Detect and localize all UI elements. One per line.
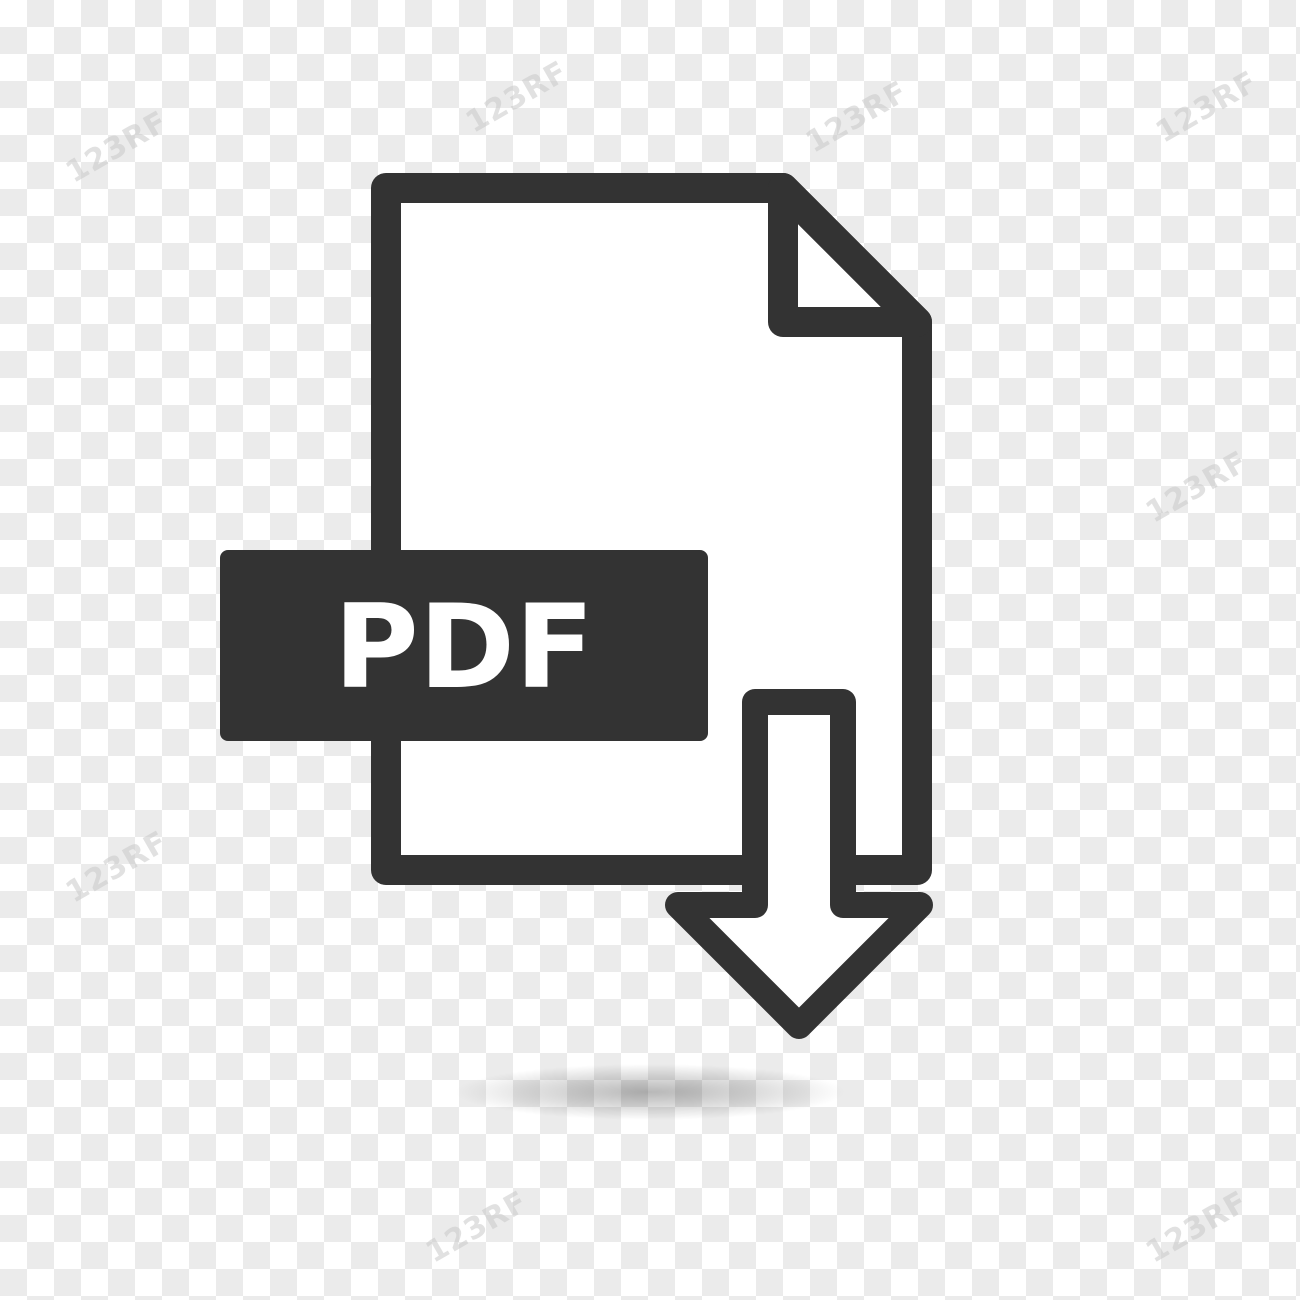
canvas: 123RF 123RF 123RF 123RF 123RF 123RF 123R… [0, 0, 1300, 1300]
pdf-badge-label: PDF [334, 580, 595, 715]
pdf-download-icon: PDF [220, 173, 933, 1120]
shadow [455, 1064, 845, 1120]
folded-corner [768, 173, 932, 337]
